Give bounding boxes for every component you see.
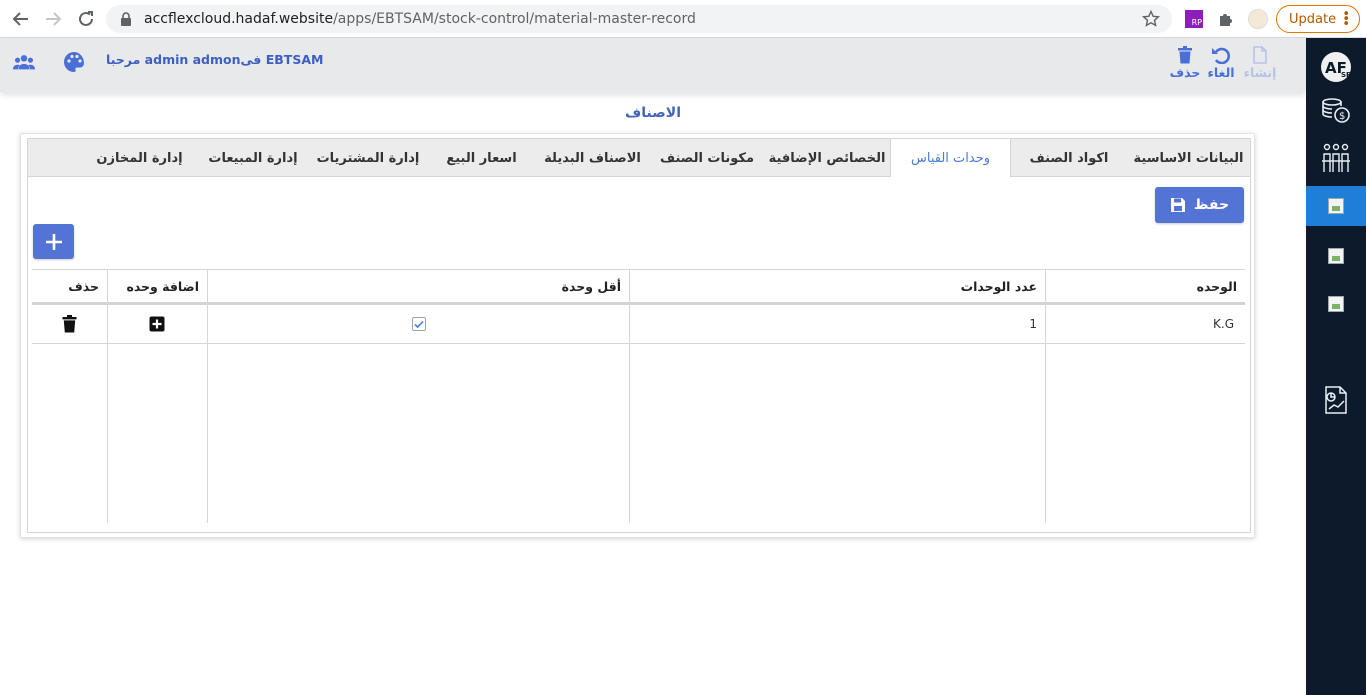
create-tool-button[interactable]: إنشاء — [1242, 46, 1278, 80]
tab-purchases[interactable]: إدارة المشتريات — [308, 139, 428, 177]
tab-units[interactable]: وحدات القياس — [890, 139, 1011, 177]
browser-toolbar: accflexcloud.hadaf.website/apps/EBTSAM/s… — [0, 0, 1366, 38]
update-label: Update — [1289, 11, 1337, 27]
tab-extra-properties[interactable]: الخصائص الإضافية — [764, 139, 890, 177]
col-header-unit[interactable]: الوحده — [1045, 270, 1245, 303]
tab-alternative-items[interactable]: الاصناف البديلة — [535, 139, 650, 177]
rp-badge: RP — [1185, 10, 1203, 28]
back-icon[interactable] — [10, 8, 32, 30]
logo-sub: SB — [1341, 71, 1351, 79]
logo-icon: AF SB — [1321, 52, 1351, 82]
save-label: حفظ — [1193, 197, 1230, 213]
tab-bar: البيانات الاساسية اكواد الصنف وحدات القي… — [27, 138, 1251, 177]
menu-image-icon — [1328, 248, 1344, 264]
create-tool-label: إنشاء — [1243, 65, 1277, 80]
profile-avatar-icon[interactable] — [1248, 9, 1268, 29]
palette-icon[interactable] — [62, 50, 86, 74]
delete-tool-label: حذف — [1169, 65, 1201, 80]
forward-icon[interactable] — [42, 8, 64, 30]
delete-tool-button[interactable]: حذف — [1167, 46, 1203, 80]
stock-image-icon — [1328, 198, 1344, 214]
plus-icon — [45, 233, 62, 250]
table-row[interactable]: K.G 1 — [32, 305, 1245, 344]
url-host: accflexcloud.hadaf.website — [144, 11, 334, 27]
app-header: مرحبا admin admonفى EBTSAM حذف الغاء إنش… — [0, 38, 1306, 92]
check-icon — [413, 320, 424, 329]
url-path: /apps/EBTSAM/stock-control/material-mast… — [333, 11, 696, 27]
material-card: البيانات الاساسية اكواد الصنف وحدات القي… — [20, 133, 1255, 538]
bookmark-star-icon[interactable] — [1142, 10, 1160, 28]
trash-icon[interactable] — [62, 315, 77, 333]
reload-icon[interactable] — [75, 8, 97, 30]
welcome-user-text: مرحبا admin admonفى EBTSAM — [106, 52, 324, 67]
tab-sales[interactable]: إدارة المبيعات — [198, 139, 308, 177]
cell-delete — [32, 305, 107, 343]
sidebar-item-finance[interactable]: $ — [1306, 90, 1366, 130]
col-header-unit-count[interactable]: عدد الوحدات — [629, 270, 1045, 303]
plus-square-icon[interactable] — [149, 316, 165, 332]
units-grid: الوحده عدد الوحدات أقل وحدة اضافة وحده ح… — [32, 269, 1245, 523]
address-bar[interactable]: accflexcloud.hadaf.website/apps/EBTSAM/s… — [106, 5, 1172, 33]
update-button[interactable]: Update • • • — [1276, 5, 1360, 33]
grid-header-row: الوحده عدد الوحدات أقل وحدة اضافة وحده ح… — [32, 269, 1245, 305]
sidebar-item-5[interactable] — [1306, 284, 1366, 324]
col-header-delete[interactable]: حذف — [32, 270, 107, 303]
cell-unit-count[interactable]: 1 — [629, 305, 1045, 343]
sidebar-item-reports[interactable] — [1306, 380, 1366, 420]
cell-unit[interactable]: K.G — [1045, 305, 1245, 343]
svg-text:$: $ — [1339, 111, 1345, 122]
cell-add-unit — [107, 305, 207, 343]
cell-min-unit — [207, 305, 629, 343]
min-unit-checkbox[interactable] — [411, 317, 426, 331]
menu-image-icon — [1328, 296, 1344, 312]
extension-rp-icon[interactable]: RP — [1184, 9, 1204, 29]
report-chart-icon — [1325, 386, 1347, 414]
tab-basic-data[interactable]: البيانات الاساسية — [1127, 139, 1250, 177]
tab-warehouses[interactable]: إدارة المخازن — [81, 139, 198, 177]
app-logo[interactable]: AF SB — [1306, 44, 1366, 90]
sidebar-item-stock[interactable] — [1306, 186, 1366, 226]
cancel-tool-label: الغاء — [1207, 65, 1235, 80]
col-header-min-unit[interactable]: أقل وحدة — [207, 270, 629, 303]
save-button[interactable]: حفظ — [1155, 187, 1244, 223]
sidebar-item-4[interactable] — [1306, 236, 1366, 276]
people-group-icon — [1322, 143, 1350, 172]
cancel-tool-button[interactable]: الغاء — [1203, 46, 1239, 80]
add-row-button[interactable] — [33, 224, 74, 259]
trash-icon — [1178, 46, 1192, 64]
floppy-disk-icon — [1170, 198, 1185, 212]
more-vert-icon: • • • — [1342, 7, 1350, 32]
tab-item-codes[interactable]: اكواد الصنف — [1011, 139, 1127, 177]
page-title: الاصناف — [625, 105, 681, 121]
sidebar-item-hr[interactable] — [1306, 138, 1366, 178]
lock-icon — [121, 12, 131, 26]
col-header-add-unit[interactable]: اضافة وحده — [107, 270, 207, 303]
users-icon[interactable] — [12, 50, 36, 74]
undo-icon — [1212, 47, 1230, 64]
new-file-icon — [1253, 46, 1267, 64]
tab-sale-prices[interactable]: اسعار البيع — [428, 139, 535, 177]
puzzle-icon[interactable] — [1216, 9, 1236, 29]
main-sidebar: AF SB $ — [1306, 38, 1366, 695]
tab-item-components[interactable]: مكونات الصنف — [650, 139, 764, 177]
coins-icon: $ — [1322, 98, 1350, 123]
